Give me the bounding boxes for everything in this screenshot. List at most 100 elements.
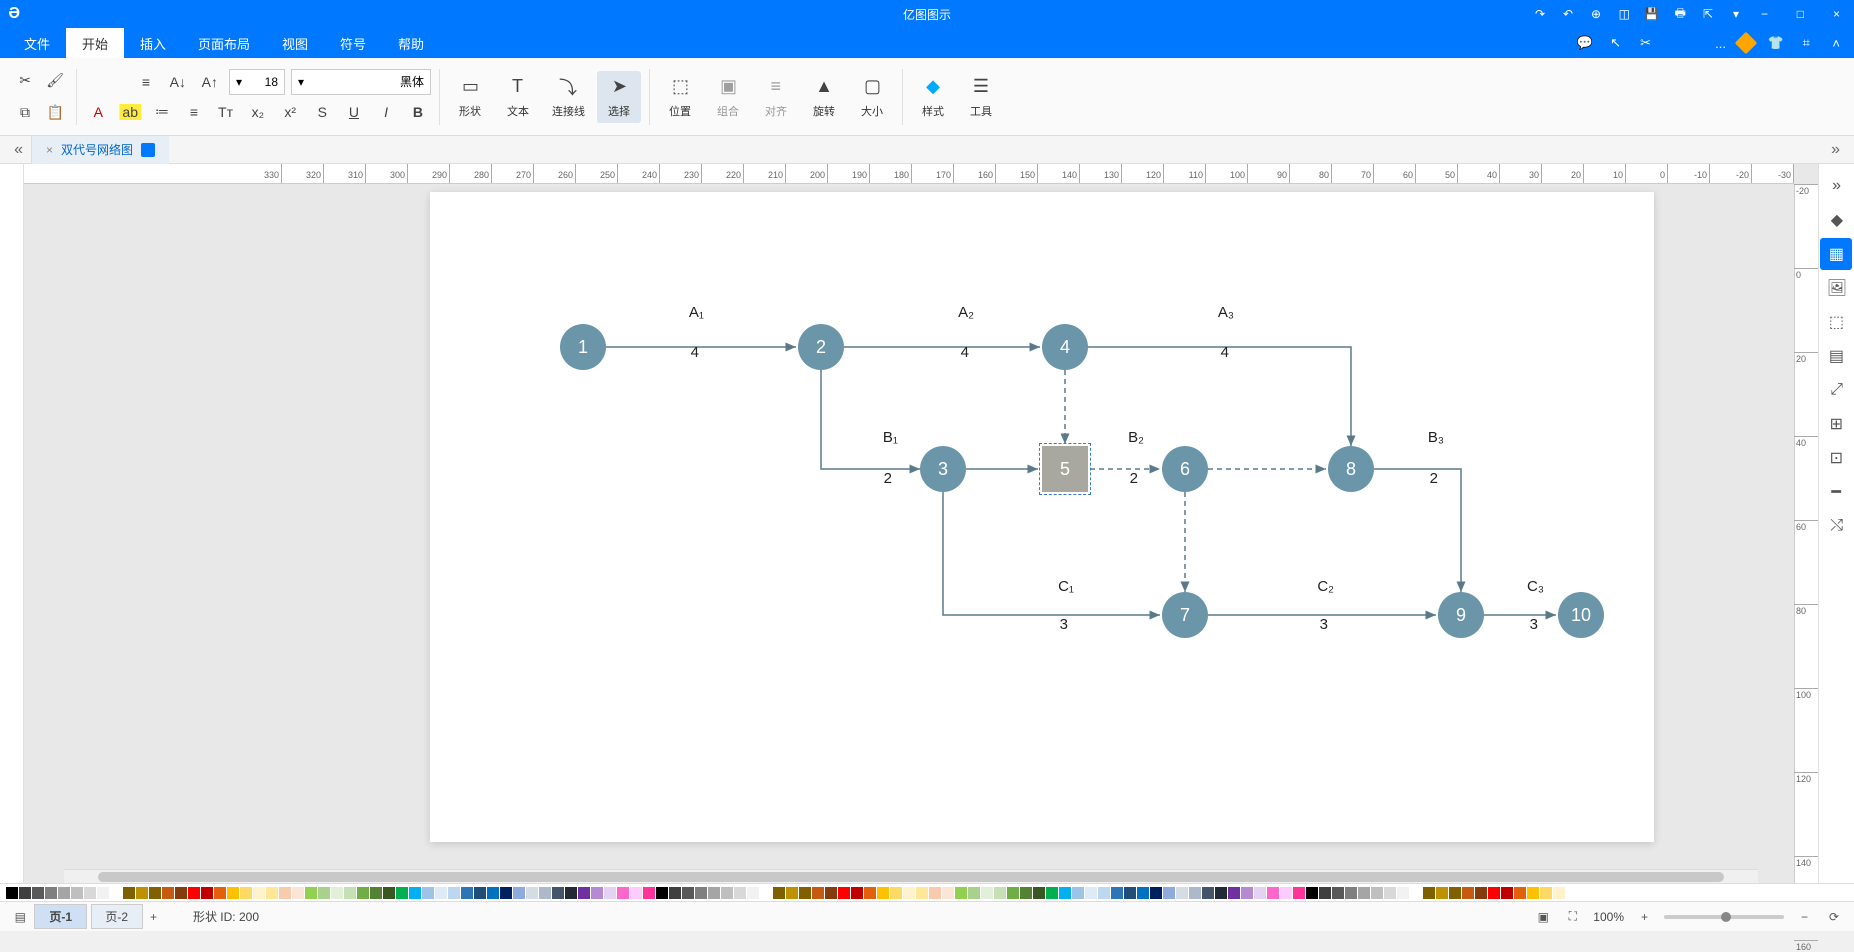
color-swatch[interactable] [383,887,395,899]
bold-button[interactable]: B [405,99,431,125]
color-swatch[interactable] [487,887,499,899]
color-swatch[interactable] [1007,887,1019,899]
color-swatch[interactable] [552,887,564,899]
color-swatch[interactable] [643,887,655,899]
font-name-select[interactable]: 黑体▾ [291,69,431,95]
save-icon[interactable]: 💾 [1642,4,1662,24]
color-swatch[interactable] [1358,887,1370,899]
color-swatch[interactable] [357,887,369,899]
node-3[interactable]: 3 [920,446,966,492]
color-swatch[interactable] [851,887,863,899]
color-swatch[interactable] [1319,887,1331,899]
color-swatch[interactable] [435,887,447,899]
refresh-icon[interactable]: ⟳ [1824,907,1844,927]
superscript-button[interactable]: x² [277,99,303,125]
color-swatch[interactable] [630,887,642,899]
color-swatch[interactable] [188,887,200,899]
color-swatch[interactable] [448,887,460,899]
underline-button[interactable]: U [341,99,367,125]
canvas-scroll[interactable]: 12345678910A₁4A₂4A₃4B₁2B₂2B₃2C₁3C₂3C₃3 [24,184,1794,869]
linespacing-button[interactable]: ≡ [181,99,207,125]
color-swatch[interactable] [591,887,603,899]
color-swatch[interactable] [1306,887,1318,899]
color-swatch[interactable] [45,887,57,899]
color-swatch[interactable] [97,887,109,899]
color-swatch[interactable] [1137,887,1149,899]
node-2[interactable]: 2 [798,324,844,370]
color-swatch[interactable] [864,887,876,899]
page-list-icon[interactable]: ▤ [10,907,30,927]
color-swatch[interactable] [942,887,954,899]
node-10[interactable]: 10 [1558,592,1604,638]
node-1[interactable]: 1 [560,324,606,370]
color-swatch[interactable] [1111,887,1123,899]
color-swatch[interactable] [617,887,629,899]
diamond-icon[interactable] [1736,33,1756,53]
connector-tool-button[interactable]: ⤵连接线 [544,71,593,123]
color-swatch[interactable] [1449,887,1461,899]
color-swatch[interactable] [136,887,148,899]
color-swatch[interactable] [812,887,824,899]
color-swatch[interactable] [747,887,759,899]
copy-button[interactable]: ⧉ [12,100,38,126]
node-4[interactable]: 4 [1042,324,1088,370]
color-swatch[interactable] [6,887,18,899]
dropdown-icon[interactable]: ▾ [1726,4,1746,24]
color-swatch[interactable] [734,887,746,899]
sidebar-chart[interactable]: ⤢ [1821,374,1853,406]
color-swatch[interactable] [422,887,434,899]
color-swatch[interactable] [786,887,798,899]
color-swatch[interactable] [994,887,1006,899]
color-swatch[interactable] [474,887,486,899]
zoom-in-button[interactable]: + [1634,907,1654,927]
color-swatch[interactable] [604,887,616,899]
bullets-button[interactable]: ≔ [149,99,175,125]
window-close-button[interactable]: × [1818,0,1854,28]
color-swatch[interactable] [123,887,135,899]
color-swatch[interactable] [1371,887,1383,899]
cut-button[interactable]: ✂ [12,68,38,94]
color-swatch[interactable] [305,887,317,899]
color-swatch[interactable] [84,887,96,899]
color-swatch[interactable] [461,887,473,899]
color-swatch[interactable] [331,887,343,899]
italic-button[interactable]: I [373,99,399,125]
color-swatch[interactable] [539,887,551,899]
tools-button[interactable]: ☰工具 [959,71,1003,123]
color-swatch[interactable] [240,887,252,899]
decrease-font-button[interactable]: A↓ [165,69,191,95]
node-8[interactable]: 8 [1328,446,1374,492]
color-swatch[interactable] [1553,887,1565,899]
document-tab[interactable]: 双代号网络图 × [31,136,169,164]
color-swatch[interactable] [1085,887,1097,899]
sidebar-layers[interactable]: ⬚ [1821,306,1853,338]
menu-layout[interactable]: 页面布局 [182,28,266,58]
menu-symbol[interactable]: 符号 [324,28,382,58]
color-swatch[interactable] [1046,887,1058,899]
new-icon[interactable]: ⊕ [1586,4,1606,24]
add-page-button[interactable]: + [143,907,163,927]
color-swatch[interactable] [1280,887,1292,899]
scrollbar-thumb[interactable] [98,872,1724,882]
node-6[interactable]: 6 [1162,446,1208,492]
color-swatch[interactable] [214,887,226,899]
color-swatch[interactable] [890,887,902,899]
page-tab-2[interactable]: 页-2 [91,904,144,929]
horizontal-scrollbar[interactable] [64,869,1758,883]
color-swatch[interactable] [1202,887,1214,899]
color-swatch[interactable] [253,887,265,899]
color-swatch[interactable] [1124,887,1136,899]
color-swatch[interactable] [1228,887,1240,899]
scissors-icon[interactable]: ✂ [1635,33,1655,53]
canvas-page[interactable]: 12345678910A₁4A₂4A₃4B₁2B₂2B₃2C₁3C₂3C₃3 [430,192,1654,842]
window-minimize-button[interactable]: − [1746,0,1782,28]
menu-insert[interactable]: 插入 [124,28,182,58]
strike-button[interactable]: S [309,99,335,125]
color-swatch[interactable] [578,887,590,899]
color-swatch[interactable] [279,887,291,899]
color-swatch[interactable] [1098,887,1110,899]
window-maximize-button[interactable]: □ [1782,0,1818,28]
color-swatch[interactable] [227,887,239,899]
color-swatch[interactable] [201,887,213,899]
color-swatch[interactable] [526,887,538,899]
